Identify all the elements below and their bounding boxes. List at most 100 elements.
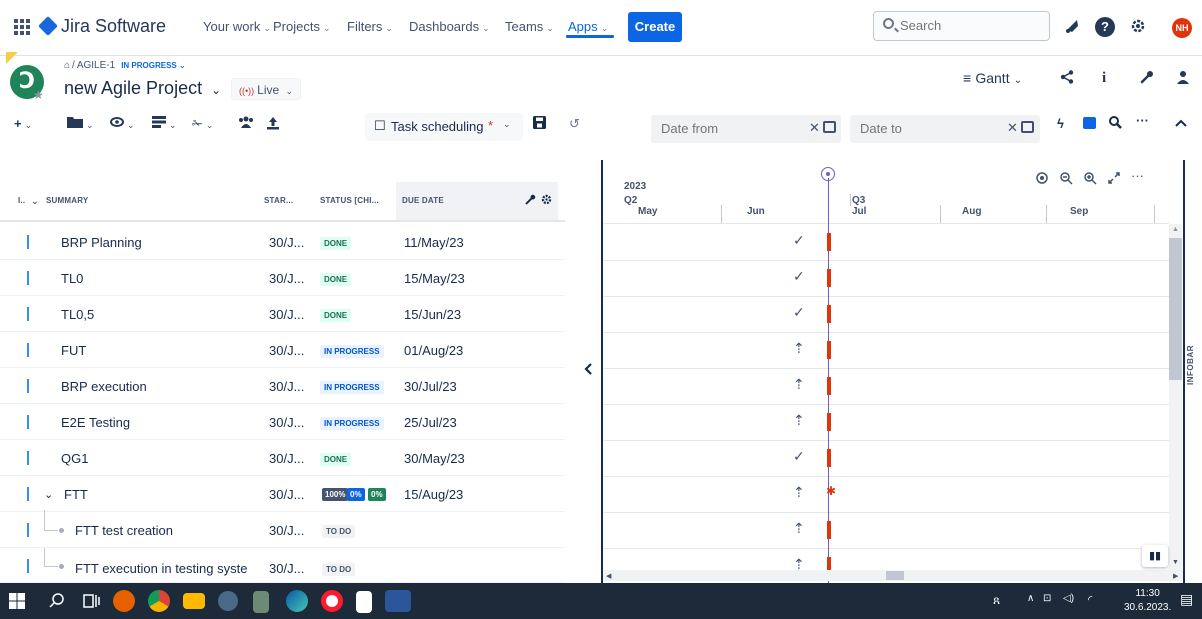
status-badge[interactable]: DONE [320,309,352,322]
gantt-summary-marker[interactable]: ✱ [826,484,836,498]
jira-logo-icon[interactable] [38,16,58,36]
search-box[interactable] [873,11,1050,41]
date-from-input[interactable] [651,115,771,141]
word-icon[interactable] [385,590,411,612]
expand-chevron-icon[interactable]: ⌄ [44,488,53,501]
row-summary[interactable]: BRP Planning [61,235,142,250]
opera-icon[interactable] [321,590,343,612]
undo-icon[interactable]: ↺ [569,116,580,138]
app-switcher-icon[interactable] [14,19,30,35]
project-title[interactable]: new Agile Project ⌄ [64,78,221,99]
add-button[interactable]: + ⌄ [14,116,32,138]
gantt-task-bar[interactable] [827,233,831,251]
calendar-icon[interactable] [1021,121,1034,133]
scroll-left-arrow[interactable]: ◀ [606,572,611,580]
date-to-field[interactable]: ✕ [850,115,1040,143]
team-button[interactable] [238,116,254,138]
people-icon[interactable]: ጸ [993,593,1000,608]
scroll-down-arrow[interactable]: ▼ [1172,559,1179,566]
status-pct-inprogress[interactable]: 0% [347,488,365,501]
calculator-icon[interactable] [253,591,269,613]
edge-icon[interactable] [286,590,308,612]
vertical-scrollbar-thumb[interactable] [1169,238,1182,380]
info-icon[interactable]: i [1102,70,1106,87]
nav-projects[interactable]: Projects ⌄ [273,19,331,34]
breadcrumb-issue-key[interactable]: AGILE-1 [77,60,115,71]
upload-button[interactable] [266,116,280,138]
target-icon[interactable] [1036,172,1048,187]
row-summary[interactable]: FTT [64,487,88,502]
clear-icon[interactable]: ✕ [809,120,820,136]
tray-chevron-up-icon[interactable]: ∧ [1027,593,1034,604]
calendar-icon[interactable] [823,121,836,133]
gear-icon[interactable] [541,194,552,207]
status-badge[interactable]: DONE [320,237,352,250]
network-icon[interactable]: ⊡ [1043,593,1051,604]
zoom-in-icon[interactable] [1084,172,1097,188]
notification-center-icon[interactable]: ▤ [1180,591,1193,608]
collapse-toolbar-icon[interactable] [1175,116,1187,138]
status-badge[interactable]: DONE [320,453,352,466]
status-pct-done[interactable]: 0% [368,488,386,501]
status-badge[interactable]: TO DO [322,563,356,576]
col-header-id[interactable]: I.. [18,196,25,205]
user-icon[interactable] [1177,70,1189,88]
status-badge[interactable]: DONE [320,273,352,286]
share-icon[interactable] [1060,70,1074,88]
task-view-icon[interactable] [80,590,102,612]
col-header-due-date[interactable]: DUE DATE [402,196,444,205]
row-summary[interactable]: FUT [61,343,86,358]
clear-icon[interactable]: ✕ [1007,120,1018,136]
table-row[interactable]: FTT execution in testing syste 30/J... T… [0,548,565,583]
more-options-icon[interactable]: ··· [1136,113,1149,135]
gantt-task-bar[interactable] [827,377,831,395]
status-badge[interactable]: IN PROGRESS [320,417,384,430]
file-explorer-icon[interactable] [183,593,205,609]
gantt-task-bar[interactable] [827,557,831,570]
gantt-task-bar[interactable] [827,413,831,431]
notifications-icon[interactable] [1062,17,1082,37]
row-summary[interactable]: E2E Testing [61,415,130,430]
date-from-field[interactable]: ✕ [651,115,841,143]
nav-dashboards[interactable]: Dashboards ⌄ [409,19,490,34]
table-row[interactable]: E2E Testing 30/J... IN PROGRESS 25/Jul/2… [0,404,565,440]
wrench-icon[interactable] [1140,70,1154,88]
expand-icon[interactable] [1108,172,1120,187]
status-badge[interactable]: IN PROGRESS [320,345,384,358]
columns-button[interactable]: ⌄ [152,116,177,138]
table-row[interactable]: BRP Planning 30/J... DONE 11/May/23 [0,224,565,260]
task-scheduling-dropdown[interactable]: ☐ Task scheduling * ⌄ [365,113,523,141]
nav-apps[interactable]: Apps ⌄ [568,19,608,34]
system-clock[interactable]: 11:30 30.6.2023. [1124,587,1171,615]
nav-filters[interactable]: Filters ⌄ [347,19,393,34]
search-tool-icon[interactable] [1109,116,1122,138]
row-summary[interactable]: TL0,5 [61,307,94,322]
table-row[interactable]: FTT test creation 30/J... TO DO [0,510,565,548]
row-summary[interactable]: FTT test creation [75,523,173,538]
horizontal-scrollbar-thumb[interactable] [886,571,904,580]
table-row[interactable]: FUT 30/J... IN PROGRESS 01/Aug/23 [0,332,565,368]
col-header-status[interactable]: STATUS [CHI... [320,196,379,205]
row-summary[interactable]: FTT execution in testing syste [75,561,247,576]
app-icon[interactable] [218,591,238,611]
brand-name[interactable]: Jira Software [61,16,166,37]
scroll-right-arrow[interactable]: ▶ [1173,572,1178,580]
star-icon[interactable]: ★ [33,88,44,102]
gantt-task-bar[interactable] [827,269,831,287]
search-taskbar-icon[interactable] [46,590,68,612]
search-input[interactable] [900,12,1040,38]
status-pct-todo[interactable]: 100% [322,488,349,501]
table-row[interactable]: TL0 30/J... DONE 15/May/23 [0,260,565,296]
windows-start-icon[interactable] [8,592,26,610]
col-header-start[interactable]: STAR... [264,196,293,205]
home-icon[interactable]: ⌂ [64,60,70,71]
volume-icon[interactable]: ◁) [1063,593,1074,604]
status-badge[interactable]: IN PROGRESS [320,381,384,394]
status-badge[interactable]: TO DO [322,525,356,538]
row-summary[interactable]: TL0 [61,271,83,286]
save-icon[interactable] [533,116,546,138]
issue-status-dropdown[interactable]: IN PROGRESS ⌄ [121,61,186,70]
gantt-task-bar[interactable] [827,305,831,323]
link-button[interactable]: ✁ ⌄ [192,116,213,138]
chevron-down-icon[interactable]: ⌄ [31,196,39,207]
